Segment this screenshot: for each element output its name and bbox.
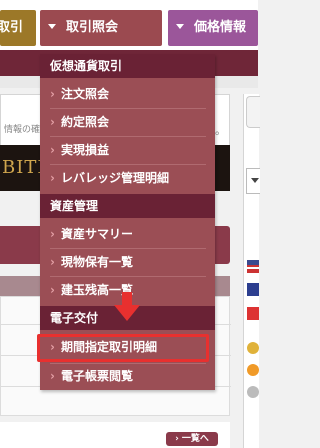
tab-price-info-label: 価格情報 <box>194 20 247 35</box>
notice-text-end: 。 <box>215 124 226 137</box>
menu-item-order-inquiry[interactable]: › 注文照会 <box>40 81 215 108</box>
menu-item-e-report-view[interactable]: › 電子帳票閲覧 <box>40 363 215 390</box>
more-button[interactable]: › 一覧へ <box>166 432 218 446</box>
chevron-right-icon: › <box>50 255 55 269</box>
chevron-right-icon: › <box>50 115 55 129</box>
menu-item-asset-summary[interactable]: › 資産サマリー <box>40 221 215 248</box>
side-select[interactable] <box>246 168 260 194</box>
us-flag-icon <box>247 260 259 273</box>
chevron-down-icon <box>251 178 259 183</box>
flag-icon <box>247 307 259 320</box>
menu-item-label: 電子帳票閲覧 <box>60 369 133 383</box>
banner-text: BITI <box>2 157 46 178</box>
group-header-asset-management: 資産管理 <box>40 194 215 218</box>
menu-item-label: 資産サマリー <box>60 227 133 241</box>
tab-trade-label: 取引 <box>0 20 24 35</box>
chevron-right-icon: › <box>50 171 55 185</box>
chevron-down-icon <box>48 24 56 29</box>
menu-item-realized-pnl[interactable]: › 実現損益 <box>40 137 215 164</box>
tab-trade-inquiry[interactable]: 取引照会 <box>40 10 162 46</box>
annotation-arrow-shaft <box>122 292 132 306</box>
menu-item-leverage-details[interactable]: › レバレッジ管理明細 <box>40 165 215 192</box>
uk-flag-icon <box>247 283 259 296</box>
menu-item-label: レバレッジ管理明細 <box>60 171 169 185</box>
chevron-right-icon: › <box>50 283 55 297</box>
coin-icon <box>247 386 259 398</box>
menu-item-execution-inquiry[interactable]: › 約定照会 <box>40 109 215 136</box>
tab-trade-inquiry-label: 取引照会 <box>66 20 119 35</box>
chevron-right-icon: › <box>50 143 55 157</box>
top-nav: 取引 取引照会 価格情報 <box>0 0 258 50</box>
notice-text: 情報の確 <box>4 125 41 135</box>
menu-item-spot-holdings[interactable]: › 現物保有一覧 <box>40 249 215 276</box>
annotation-arrow-down-icon <box>114 305 140 321</box>
menu-item-label: 注文照会 <box>60 87 109 101</box>
right-column <box>243 94 260 448</box>
chevron-right-icon: › <box>50 227 55 241</box>
menu-item-label: 実現損益 <box>60 143 109 157</box>
highlight-box <box>37 334 209 362</box>
menu-item-label: 約定照会 <box>60 115 109 129</box>
tab-trade[interactable]: 取引 <box>0 10 36 46</box>
chevron-right-icon: › <box>50 369 55 383</box>
coin-icon <box>247 342 259 354</box>
side-button[interactable] <box>246 96 260 128</box>
menu-item-label: 現物保有一覧 <box>60 255 133 269</box>
chevron-down-icon <box>176 24 184 29</box>
group-header-crypto-trade: 仮想通貨取引 <box>40 54 215 78</box>
tab-price-info[interactable]: 価格情報 <box>168 10 258 46</box>
chevron-right-icon: › <box>50 87 55 101</box>
coin-icon <box>247 364 259 376</box>
